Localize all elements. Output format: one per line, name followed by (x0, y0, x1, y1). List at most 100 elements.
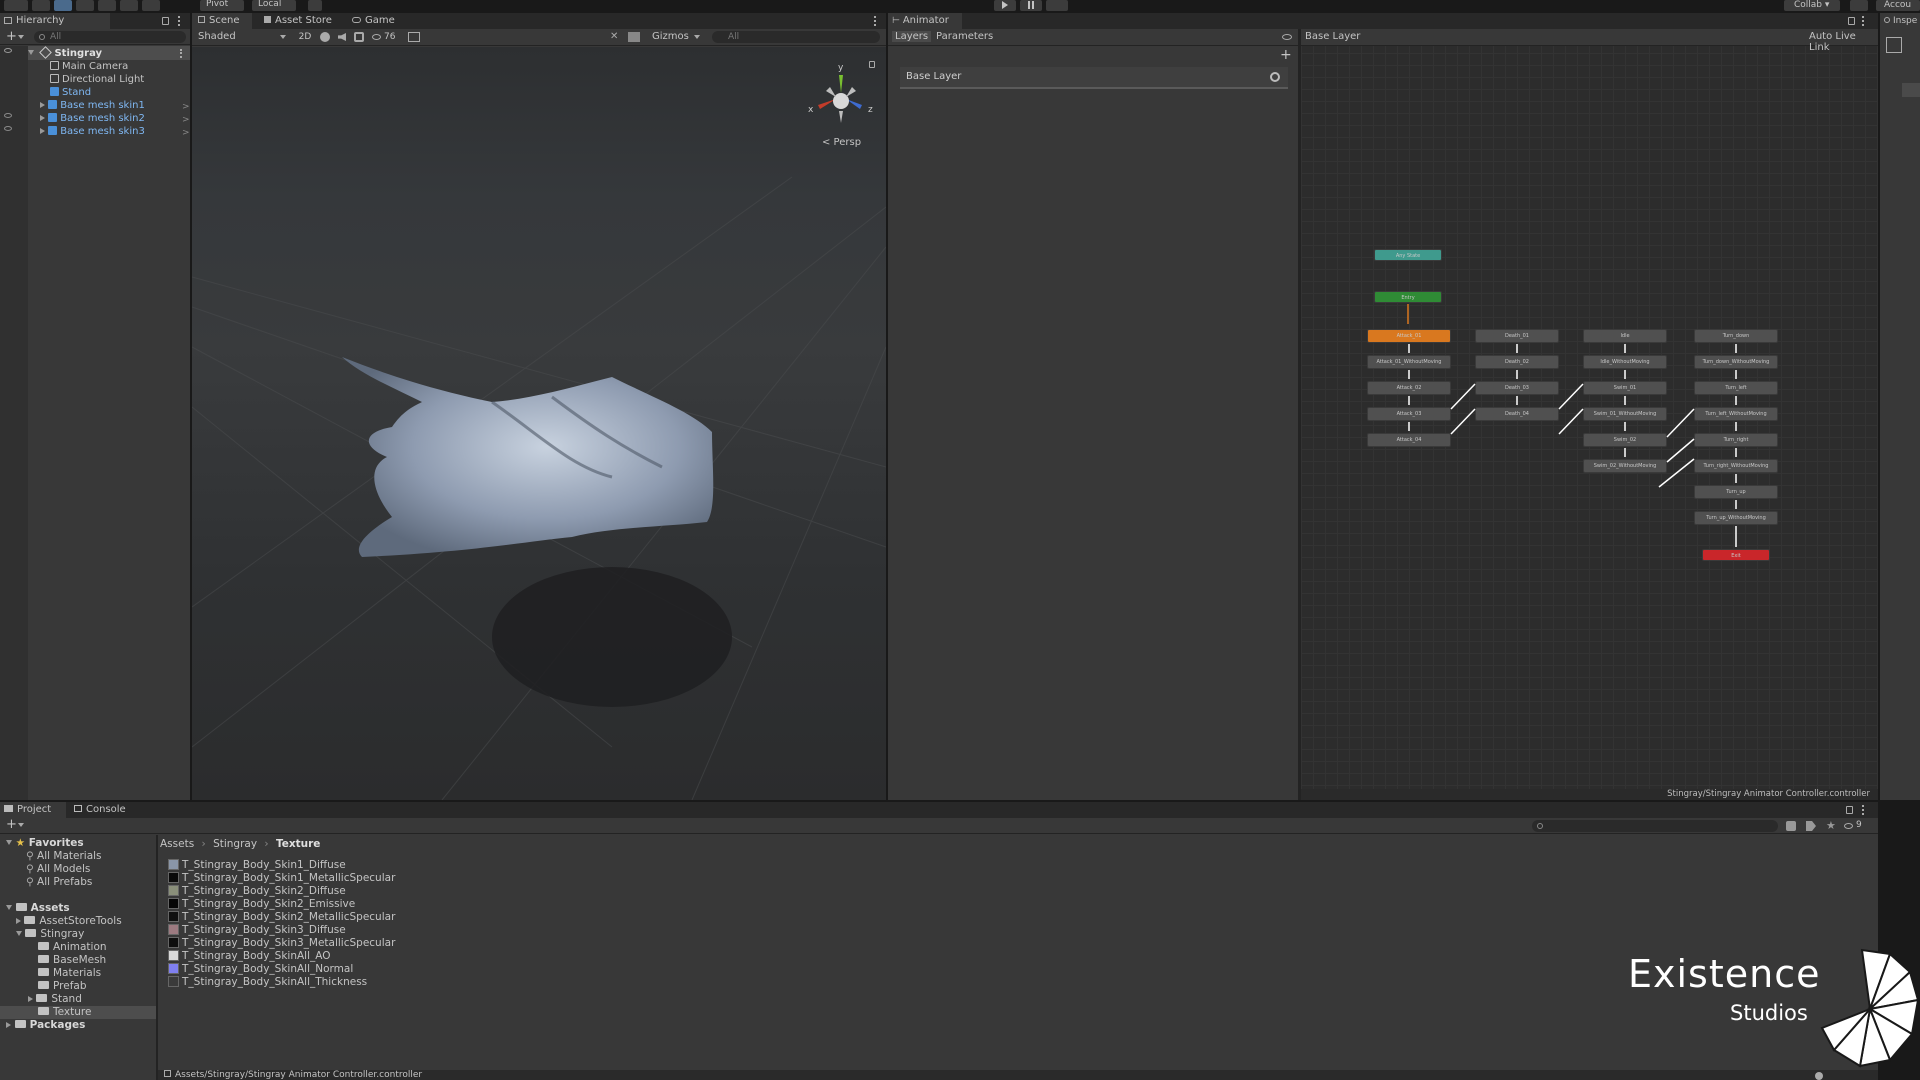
transition-arrow[interactable] (1450, 408, 1476, 435)
scene-viewport[interactable]: y x z < Persp (192, 47, 886, 800)
animator-state[interactable]: Attack_03 (1367, 407, 1451, 421)
visibility-icon[interactable] (4, 113, 12, 118)
expand-icon[interactable] (16, 931, 22, 936)
favorite-item[interactable]: ⚲ All Models (26, 863, 90, 876)
play-button[interactable] (994, 0, 1016, 11)
snap-toggle[interactable] (308, 0, 322, 11)
assets-header[interactable]: Assets (6, 902, 70, 915)
animator-state[interactable]: Turn_down_WithoutMoving (1694, 355, 1778, 369)
animator-state[interactable]: Death_04 (1475, 407, 1559, 421)
panel-menu-icon[interactable] (1862, 16, 1864, 26)
animator-state[interactable]: Turn_left (1694, 381, 1778, 395)
hidden-objects-toggle[interactable]: 76 (372, 30, 400, 44)
label-icon[interactable] (1806, 821, 1816, 831)
expand-icon[interactable] (6, 840, 12, 845)
state-any-state[interactable]: Any State (1374, 249, 1442, 261)
create-button[interactable]: + (6, 818, 17, 831)
lock-icon[interactable] (1846, 806, 1853, 814)
folder-item[interactable]: BaseMesh (38, 954, 106, 967)
tools-icon[interactable]: ✕ (610, 32, 620, 42)
file-item[interactable]: T_Stingray_Body_Skin2_Diffuse (168, 885, 346, 898)
tab-hierarchy[interactable]: Hierarchy (0, 13, 110, 29)
tab-project[interactable]: Project (0, 802, 66, 818)
chevron-right-icon[interactable]: > (182, 128, 190, 138)
pivot-toggle[interactable]: Pivot (200, 0, 244, 11)
tab-console[interactable]: Console (70, 802, 136, 818)
rect-tool-button[interactable] (98, 0, 116, 11)
folder-item[interactable]: AssetStoreTools (16, 915, 122, 928)
folder-item[interactable]: Animation (38, 941, 107, 954)
gear-icon[interactable] (1270, 72, 1280, 82)
folder-item[interactable]: Materials (38, 967, 101, 980)
effects-toggle-icon[interactable] (354, 32, 364, 42)
tab-parameters[interactable]: Parameters (936, 31, 993, 42)
breadcrumb-item[interactable]: Assets (160, 838, 194, 850)
breadcrumb-item[interactable]: Texture (276, 838, 320, 850)
tab-game[interactable]: Game (348, 13, 408, 29)
tab-asset-store[interactable]: Asset Store (260, 13, 340, 29)
hierarchy-item-stand[interactable]: Stand (50, 86, 91, 99)
gizmos-dropdown[interactable]: Gizmos (652, 30, 704, 44)
animator-state[interactable]: Swim_02_WithoutMoving (1583, 459, 1667, 473)
visibility-icon[interactable] (4, 48, 12, 53)
2d-toggle[interactable]: 2D (296, 30, 314, 44)
folder-item-texture[interactable]: Texture (38, 1006, 91, 1019)
packages-header[interactable]: Packages (6, 1019, 85, 1032)
expand-icon[interactable] (40, 102, 45, 108)
state-entry[interactable]: Entry (1374, 291, 1442, 303)
file-item[interactable]: T_Stingray_Body_SkinAll_Normal (168, 963, 353, 976)
account-button[interactable]: Accou (1876, 0, 1920, 11)
animator-state[interactable]: Turn_up_WithoutMoving (1694, 511, 1778, 525)
orientation-gizmo[interactable]: y x z (806, 63, 876, 135)
chevron-right-icon[interactable]: > (182, 102, 190, 112)
folder-item[interactable]: Stingray (16, 928, 84, 941)
animator-state[interactable]: Attack_02 (1367, 381, 1451, 395)
collab-button[interactable]: Collab ▾ (1784, 0, 1840, 11)
graph-breadcrumb[interactable]: Base Layer (1305, 31, 1360, 42)
hierarchy-item-directional-light[interactable]: Directional Light (50, 73, 144, 86)
animator-state[interactable]: Idle (1583, 329, 1667, 343)
layer-row[interactable]: Base Layer (900, 67, 1288, 89)
visibility-icon[interactable] (4, 126, 12, 131)
animator-state[interactable]: Death_02 (1475, 355, 1559, 369)
tab-layers[interactable]: Layers (892, 31, 932, 42)
file-item[interactable]: T_Stingray_Body_Skin3_MetallicSpecular (168, 937, 395, 950)
animator-state[interactable]: Attack_01_WithoutMoving (1367, 355, 1451, 369)
cloud-button[interactable] (1850, 0, 1868, 11)
expand-icon[interactable] (40, 115, 45, 121)
folder-item[interactable]: Stand (28, 993, 82, 1006)
lock-icon[interactable] (869, 61, 875, 68)
transition-arrow[interactable] (1666, 438, 1695, 463)
splitter[interactable] (156, 835, 158, 1080)
inspector-button[interactable] (1902, 83, 1920, 97)
expand-icon[interactable] (6, 905, 12, 910)
expand-icon[interactable] (16, 918, 21, 924)
add-button[interactable]: + (6, 30, 17, 43)
animator-state[interactable]: Turn_right (1694, 433, 1778, 447)
state-exit[interactable]: Exit (1702, 549, 1770, 561)
animator-state[interactable]: Turn_up (1694, 485, 1778, 499)
file-item[interactable]: T_Stingray_Body_SkinAll_AO (168, 950, 331, 963)
projection-toggle[interactable]: < Persp (822, 137, 861, 148)
transition-arrow[interactable] (1450, 383, 1476, 410)
tab-scene[interactable]: Scene (192, 13, 252, 29)
favorite-item[interactable]: ⚲ All Materials (26, 850, 102, 863)
file-item[interactable]: T_Stingray_Body_Skin3_Diffuse (168, 924, 346, 937)
search-by-type-icon[interactable] (1786, 821, 1796, 831)
hierarchy-root[interactable]: Stingray (28, 46, 102, 60)
animator-state[interactable]: Swim_01_WithoutMoving (1583, 407, 1667, 421)
hierarchy-item-base-mesh-skin2[interactable]: Base mesh skin2 (40, 112, 145, 125)
lock-icon[interactable] (1848, 17, 1855, 25)
hierarchy-item-main-camera[interactable]: Main Camera (50, 60, 128, 73)
transition-arrow[interactable] (1558, 383, 1584, 410)
animator-state[interactable]: Death_01 (1475, 329, 1559, 343)
file-item[interactable]: T_Stingray_Body_SkinAll_Thickness (168, 976, 367, 989)
project-search-input[interactable] (1532, 820, 1778, 832)
animator-state[interactable]: Swim_01 (1583, 381, 1667, 395)
camera-settings-icon[interactable] (628, 32, 640, 42)
panel-menu-icon[interactable] (1862, 805, 1864, 815)
hidden-packages-toggle[interactable]: 9 (1844, 820, 1862, 830)
animator-state[interactable]: Death_03 (1475, 381, 1559, 395)
tab-animator[interactable]: ⊢ Animator (888, 13, 962, 29)
transform-tool-button[interactable] (120, 0, 138, 11)
